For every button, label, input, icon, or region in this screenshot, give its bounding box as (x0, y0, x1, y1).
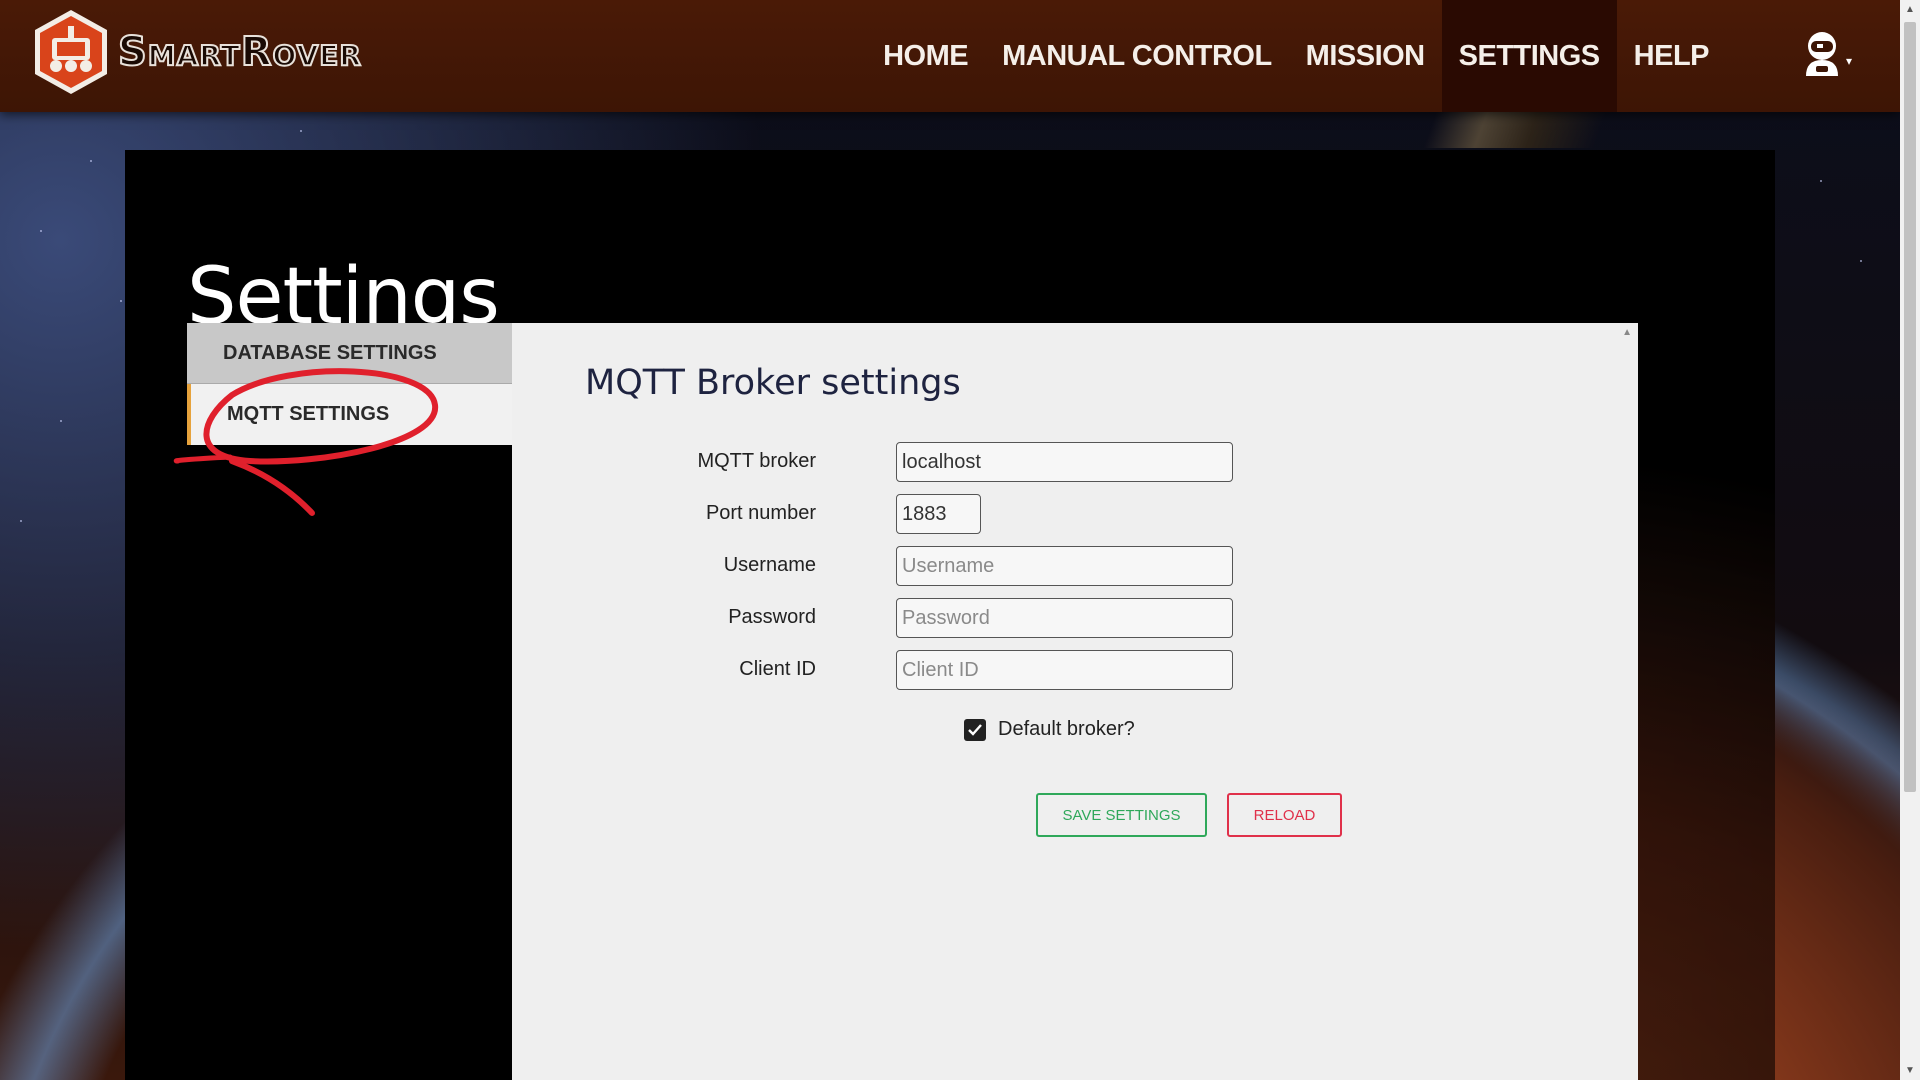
nav-settings[interactable]: SETTINGS (1441, 0, 1617, 112)
nav-mission[interactable]: MISSION (1289, 0, 1442, 112)
chevron-down-icon: ▾ (1845, 54, 1852, 68)
scroll-up-arrow-icon[interactable]: ▲ (1622, 327, 1632, 338)
nav-help[interactable]: HELP (1617, 0, 1726, 112)
settings-card: Settings DATABASE SETTINGS MQTT SETTINGS… (125, 150, 1775, 1080)
password-input[interactable] (896, 598, 1233, 638)
red-circle-annotation (173, 368, 439, 516)
client-id-input[interactable] (896, 650, 1233, 690)
form-row-client-id: Client ID (512, 650, 1638, 692)
top-navbar: SmartRover HOME MANUAL CONTROL MISSION S… (0, 0, 1900, 112)
port-number-input[interactable] (896, 494, 981, 534)
broker-label: MQTT broker (697, 450, 816, 472)
form-row-broker: MQTT broker (512, 442, 1638, 484)
nav-home[interactable]: HOME (866, 0, 985, 112)
form-row-password: Password (512, 598, 1638, 640)
default-broker-checkbox[interactable] (964, 718, 986, 741)
form-row-username: Username (512, 546, 1638, 588)
username-label: Username (723, 554, 816, 576)
username-input[interactable] (896, 546, 1233, 586)
page-scrollbar[interactable]: ▲ ▼ (1900, 0, 1920, 1080)
satellite-image (1423, 112, 1607, 148)
form-row-port: Port number (512, 494, 1638, 536)
brand-logo[interactable]: SmartRover (32, 8, 362, 96)
port-label: Port number (705, 502, 816, 524)
default-broker-label: Default broker? (998, 718, 1135, 740)
main-nav: HOME MANUAL CONTROL MISSION SETTINGS HEL… (866, 0, 1726, 112)
nav-manual-control[interactable]: MANUAL CONTROL (985, 0, 1289, 112)
save-settings-button[interactable]: SAVE SETTINGS (1036, 793, 1207, 837)
client-id-label: Client ID (739, 658, 816, 680)
scroll-down-icon[interactable]: ▼ (1905, 1065, 1915, 1076)
reload-button[interactable]: RELOAD (1227, 793, 1342, 837)
mqtt-settings-panel: ▲ MQTT Broker settings MQTT broker Port … (512, 323, 1638, 1080)
rover-logo-icon (32, 8, 110, 96)
password-label: Password (728, 606, 816, 628)
brand-name: SmartRover (117, 28, 362, 76)
user-menu[interactable]: ▾ (1802, 30, 1852, 76)
scrollbar-thumb[interactable] (1904, 22, 1916, 792)
panel-title: MQTT Broker settings (585, 363, 961, 403)
default-broker-row: Default broker? (964, 718, 1135, 741)
checkmark-icon (968, 723, 982, 736)
scroll-up-icon[interactable]: ▲ (1905, 4, 1915, 15)
astronaut-user-icon (1805, 32, 1838, 76)
mqtt-broker-input[interactable] (896, 442, 1233, 482)
